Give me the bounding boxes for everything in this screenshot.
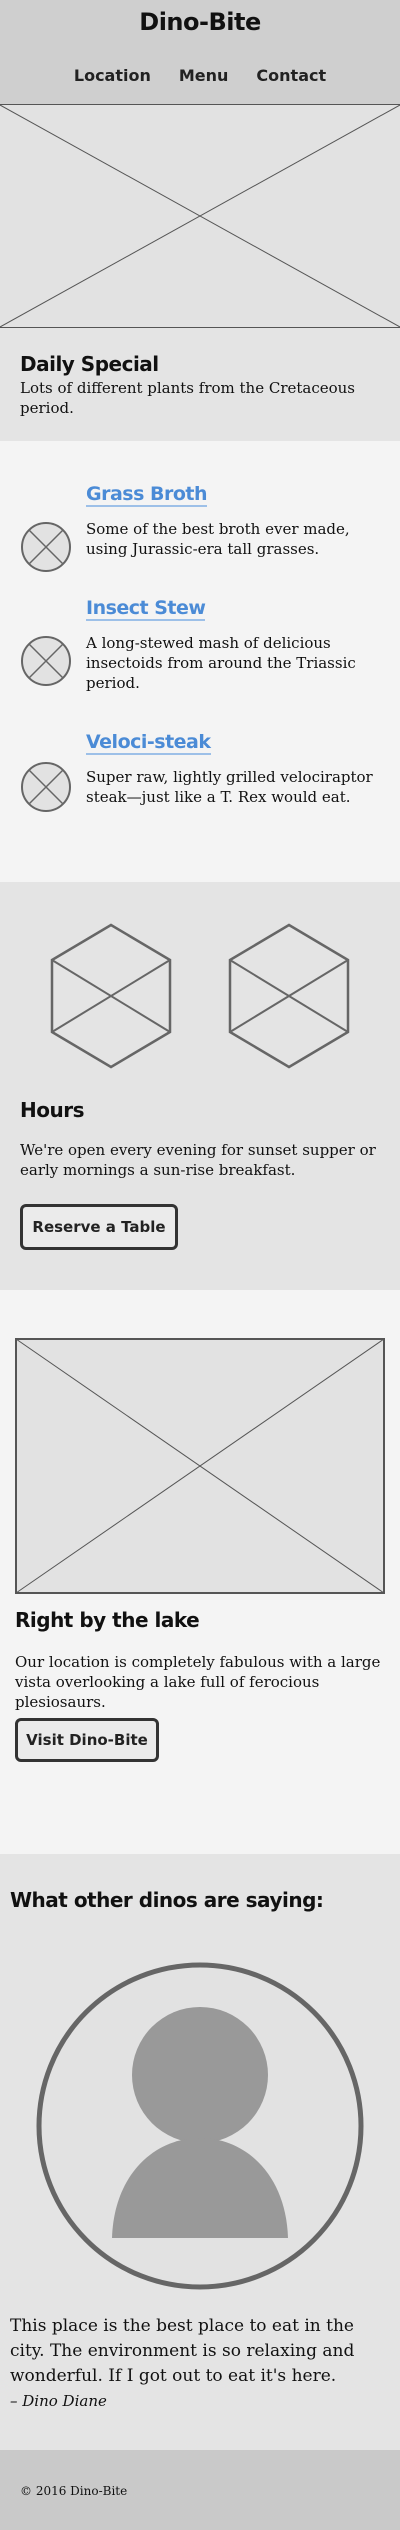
menu-section: Grass Broth Some of the best broth ever … <box>0 441 400 882</box>
menu-item-description: Super raw, lightly grilled velociraptor … <box>86 768 373 806</box>
menu-item-text: Insect Stew A long-stewed mash of delici… <box>86 597 380 693</box>
testimonial-quote: This place is the best place to eat in t… <box>10 2316 355 2386</box>
menu-item-description: Some of the best broth ever made, using … <box>86 520 350 558</box>
testimonial-author: – Dino Diane <box>10 2392 107 2410</box>
site-header: Dino-Bite Location Menu Contact <box>0 0 400 104</box>
testimonial-quote-block: This place is the best place to eat in t… <box>0 2294 400 2450</box>
testimonials-section: What other dinos are saying: <box>0 1854 400 2294</box>
hexagon-image-icon <box>228 923 350 1069</box>
location-title: Right by the lake <box>15 1608 200 1632</box>
nav-menu[interactable]: Menu <box>179 66 229 85</box>
nav-contact[interactable]: Contact <box>256 66 326 85</box>
menu-item-text: Grass Broth Some of the best broth ever … <box>86 483 380 559</box>
testimonials-title: What other dinos are saying: <box>10 1888 324 1912</box>
dish-image-icon <box>21 522 71 572</box>
visit-dino-bite-button[interactable]: Visit Dino-Bite <box>15 1718 159 1762</box>
location-image-placeholder <box>15 1338 385 1594</box>
daily-special-description: Lots of different plants from the Cretac… <box>20 379 356 417</box>
hexagon-image-icon <box>50 923 172 1069</box>
daily-special-section: Daily Special Lots of different plants f… <box>0 328 400 441</box>
avatar-icon <box>36 1962 364 2290</box>
daily-special-title: Daily Special <box>20 352 159 376</box>
menu-item-description: A long-stewed mash of delicious insectoi… <box>86 634 356 692</box>
main-nav: Location Menu Contact <box>0 66 400 85</box>
menu-item-text: Veloci-steak Super raw, lightly grilled … <box>86 731 380 807</box>
location-section: Right by the lake Our location is comple… <box>0 1290 400 1854</box>
menu-item-link[interactable]: Insect Stew <box>86 597 206 621</box>
reserve-table-button[interactable]: Reserve a Table <box>20 1204 178 1250</box>
site-footer: © 2016 Dino-Bite <box>0 2450 400 2530</box>
dish-image-icon <box>21 636 71 686</box>
menu-item-link[interactable]: Veloci-steak <box>86 731 211 755</box>
nav-location[interactable]: Location <box>74 66 151 85</box>
hours-title: Hours <box>20 1098 84 1122</box>
footer-copyright: © 2016 Dino-Bite <box>20 2484 128 2498</box>
site-title: Dino-Bite <box>139 8 261 36</box>
image-placeholder-icon <box>0 105 400 327</box>
dish-image-icon <box>21 762 71 812</box>
location-description: Our location is completely fabulous with… <box>15 1653 381 1711</box>
hours-description: We're open every evening for sunset supp… <box>20 1141 376 1179</box>
hero-image-placeholder <box>0 104 400 328</box>
hours-section: Hours We're open every evening for sunse… <box>0 882 400 1290</box>
menu-item-link[interactable]: Grass Broth <box>86 483 208 507</box>
